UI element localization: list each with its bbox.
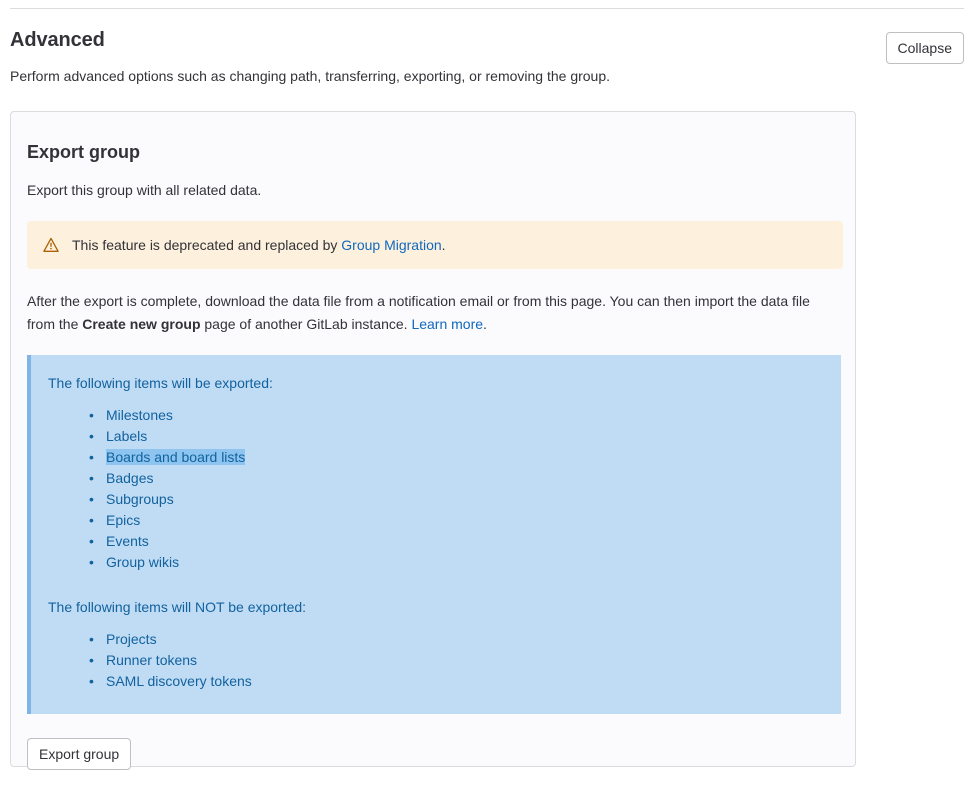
export-contents-info-block: The following items will be exported: Mi…: [27, 355, 841, 714]
exported-items-list: Milestones Labels Boards and board lists Ba…: [48, 405, 825, 573]
list-item: Labels: [89, 426, 825, 447]
list-item-label: Epics: [106, 512, 141, 528]
list-item: Epics: [89, 510, 825, 531]
list-item-label: Runner tokens: [106, 652, 198, 668]
list-item-label: Group wikis: [106, 554, 180, 570]
create-new-group-emphasis: Create new group: [82, 316, 201, 332]
list-item: Badges: [89, 468, 825, 489]
list-item: SAML discovery tokens: [89, 671, 825, 692]
paragraph-part-3: .: [483, 316, 487, 332]
list-item: Group wikis: [89, 552, 825, 573]
list-item-label-selected: Boards and board lists: [106, 449, 246, 465]
export-group-subtitle: Export this group with all related data.: [27, 182, 262, 198]
list-item-label: Events: [106, 533, 149, 549]
learn-more-link[interactable]: Learn more: [411, 316, 483, 332]
deprecation-alert: This feature is deprecated and replaced …: [27, 221, 843, 269]
page-title: Advanced: [10, 29, 105, 51]
export-group-title: Export group: [27, 142, 140, 162]
section-description: Perform advanced options such as changin…: [10, 68, 611, 84]
alert-text-after: .: [441, 237, 446, 253]
deprecation-alert-text: This feature is deprecated and replaced …: [72, 235, 446, 255]
list-item-label: Badges: [106, 470, 154, 486]
not-exported-items-list: Projects Runner tokens SAML discovery toke…: [48, 629, 825, 692]
export-instructions-paragraph: After the export is complete, download t…: [27, 290, 837, 336]
list-item: Boards and board lists: [89, 447, 825, 468]
export-group-card: Export group Export this group with all …: [10, 111, 856, 770]
list-item-label: Subgroups: [106, 491, 174, 507]
group-migration-link[interactable]: Group Migration: [341, 237, 441, 253]
list-item: Projects: [89, 629, 825, 650]
export-group-button[interactable]: Export group: [27, 738, 132, 770]
not-exported-items-heading: The following items will NOT be exported…: [48, 599, 307, 615]
section-divider: [10, 8, 964, 9]
list-item: Runner tokens: [89, 650, 825, 671]
list-item-label: SAML discovery tokens: [106, 673, 252, 689]
collapse-button[interactable]: Collapse: [885, 32, 964, 64]
paragraph-part-2: page of another GitLab instance.: [200, 316, 412, 332]
exported-items-heading: The following items will be exported:: [48, 375, 273, 391]
list-item-label: Projects: [106, 631, 157, 647]
list-item: Subgroups: [89, 489, 825, 510]
advanced-section-header: Advanced Collapse Perform advanced optio…: [10, 26, 964, 86]
warning-triangle-icon: [43, 237, 59, 252]
list-item-label: Milestones: [106, 407, 173, 423]
list-item-label: Labels: [106, 428, 148, 444]
list-item: Milestones: [89, 405, 825, 426]
list-item: Events: [89, 531, 825, 552]
alert-text-before: This feature is deprecated and replaced …: [72, 237, 342, 253]
